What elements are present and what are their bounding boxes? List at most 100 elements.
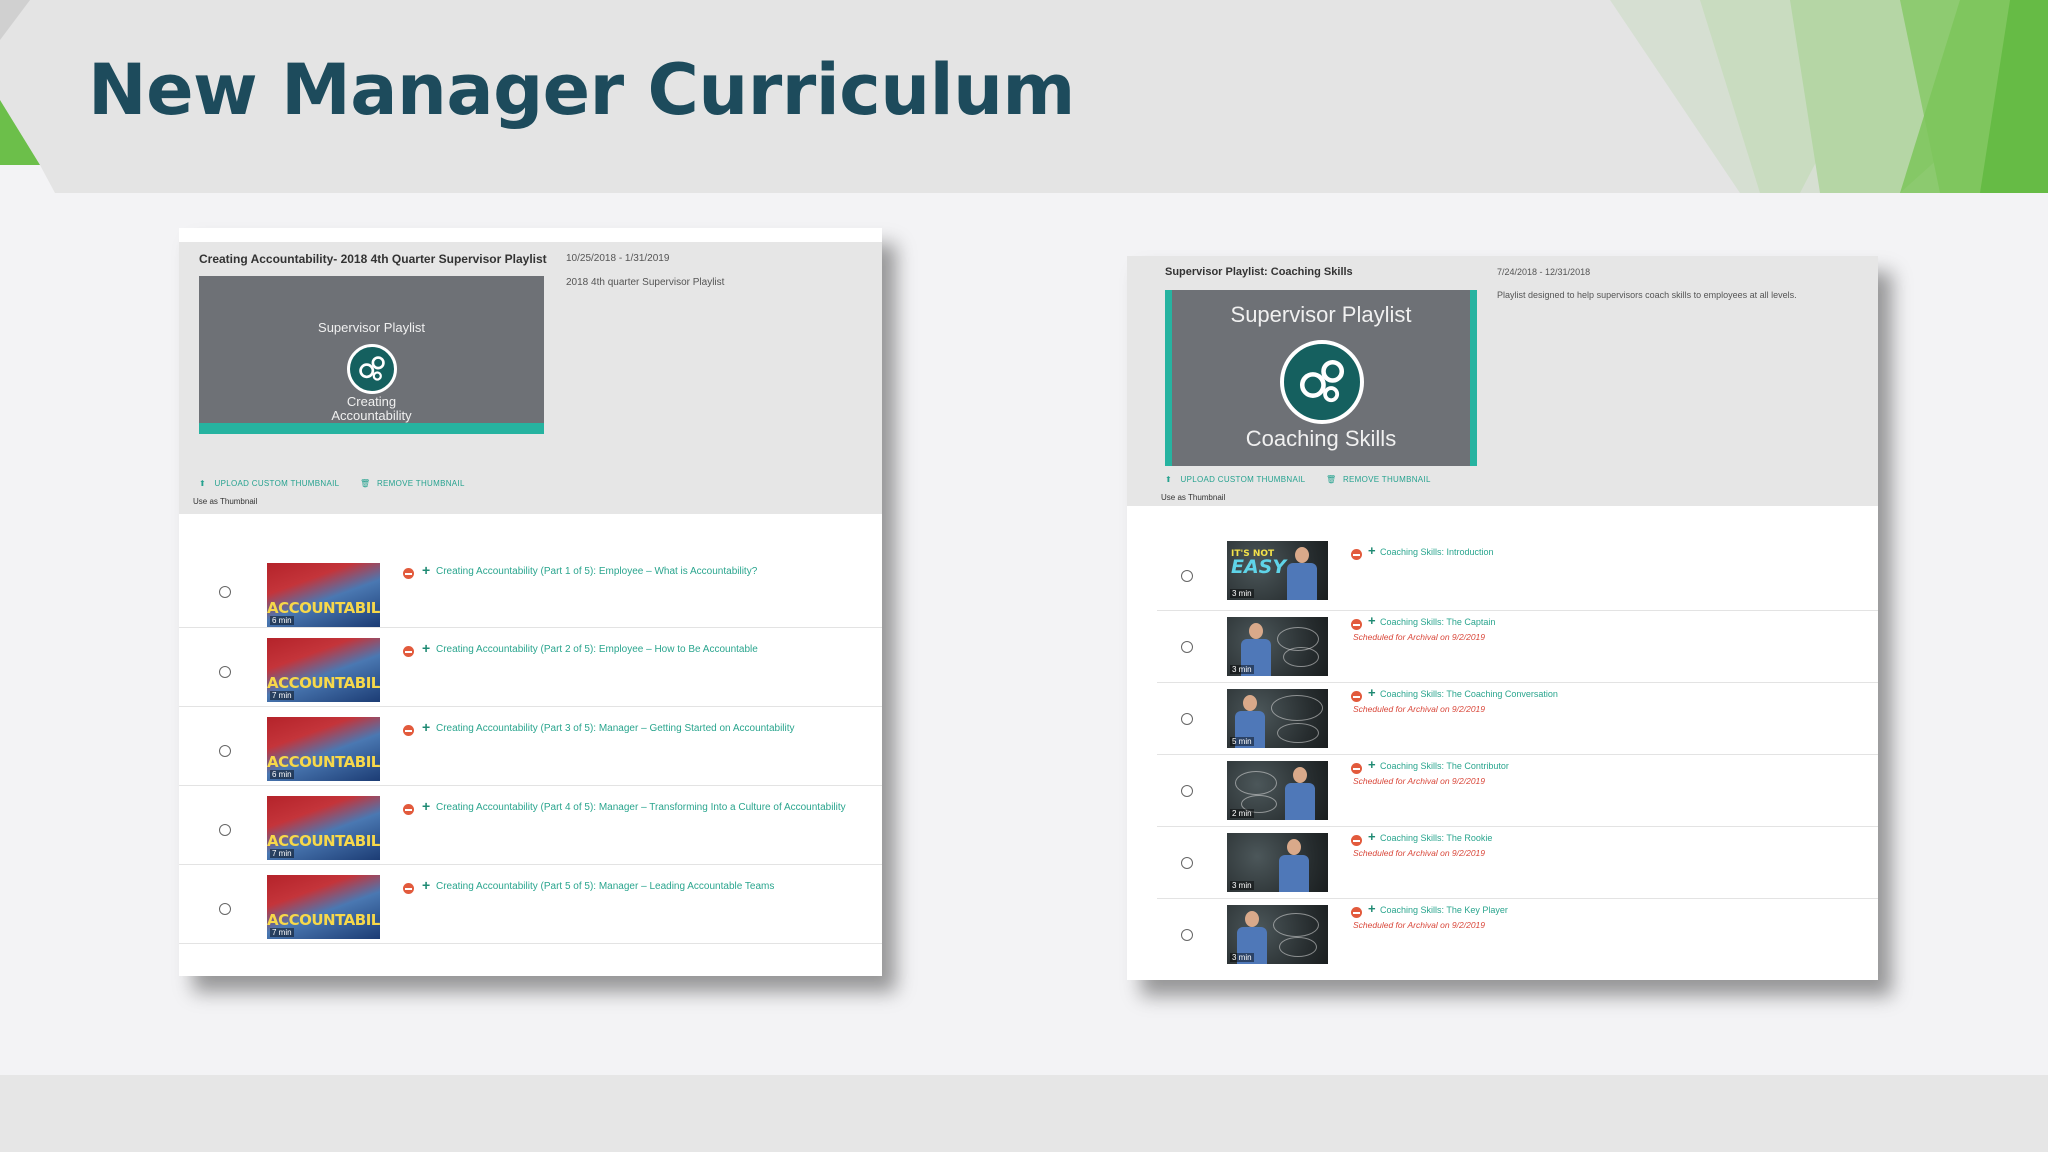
- remove-video-icon[interactable]: [403, 725, 414, 736]
- video-title-link[interactable]: Coaching Skills: The Contributor: [1380, 761, 1509, 771]
- remove-video-icon[interactable]: [403, 568, 414, 579]
- chalk-drawing: [1271, 695, 1323, 721]
- video-thumbnail[interactable]: ACCOUNTABILITY 6 min: [267, 717, 380, 781]
- thumbnail-line3: Accountability: [331, 408, 412, 423]
- video-thumbnail[interactable]: 3 min: [1227, 905, 1328, 964]
- video-thumbnail[interactable]: 3 min: [1227, 617, 1328, 676]
- remove-video-icon[interactable]: [1351, 691, 1362, 702]
- left-playlist-panel: Creating Accountability- 2018 4th Quarte…: [179, 228, 882, 976]
- video-duration: 3 min: [1230, 589, 1254, 598]
- upload-icon: ⬆: [199, 479, 207, 488]
- video-radio[interactable]: [1181, 570, 1193, 582]
- remove-video-icon[interactable]: [403, 883, 414, 894]
- video-thumbnail[interactable]: ACCOUNTABILITY 7 min: [267, 796, 380, 860]
- add-icon[interactable]: +: [1368, 829, 1376, 844]
- thumbnail-actions: ⬆ UPLOAD CUSTOM THUMBNAIL 🗑 REMOVE THUMB…: [199, 479, 465, 488]
- video-radio[interactable]: [219, 903, 231, 915]
- add-icon[interactable]: +: [1368, 901, 1376, 916]
- video-thumbnail[interactable]: 3 min: [1227, 833, 1328, 892]
- video-radio[interactable]: [1181, 641, 1193, 653]
- remove-video-icon[interactable]: [1351, 549, 1362, 560]
- gears-icon: [1280, 340, 1364, 424]
- add-icon[interactable]: +: [1368, 613, 1376, 628]
- add-icon[interactable]: +: [422, 877, 430, 893]
- video-duration: 6 min: [270, 616, 294, 625]
- video-row: ACCOUNTABILITY 7 min + Creating Accounta…: [179, 628, 882, 707]
- video-radio[interactable]: [219, 666, 231, 678]
- video-title-link[interactable]: Creating Accountability (Part 2 of 5): E…: [436, 644, 758, 655]
- remove-thumbnail-link[interactable]: REMOVE THUMBNAIL: [377, 479, 465, 488]
- video-row: 3 min + Coaching Skills: The Rookie Sche…: [1157, 827, 1878, 899]
- add-icon[interactable]: +: [422, 798, 430, 814]
- video-radio[interactable]: [219, 745, 231, 757]
- remove-video-icon[interactable]: [1351, 907, 1362, 918]
- video-radio[interactable]: [1181, 929, 1193, 941]
- thumbnail-line2: Creating: [346, 394, 397, 409]
- video-radio[interactable]: [1181, 713, 1193, 725]
- video-duration: 7 min: [270, 928, 294, 937]
- video-title-link[interactable]: Coaching Skills: The Coaching Conversati…: [1380, 689, 1558, 699]
- chalk-drawing: [1277, 723, 1319, 743]
- playlist-description: Playlist designed to help supervisors co…: [1497, 290, 1797, 300]
- video-radio[interactable]: [219, 586, 231, 598]
- video-thumbnail[interactable]: 2 min: [1227, 761, 1328, 820]
- thumbnail-line1: Supervisor Playlist: [318, 320, 425, 335]
- chalk-drawing: [1283, 647, 1319, 667]
- video-duration: 5 min: [1230, 737, 1254, 746]
- video-title-link[interactable]: Creating Accountability (Part 4 of 5): M…: [436, 802, 846, 813]
- video-thumbnail[interactable]: ACCOUNTABILITY 6 min: [267, 563, 380, 627]
- remove-video-icon[interactable]: [403, 804, 414, 815]
- video-radio[interactable]: [1181, 785, 1193, 797]
- thumbnail-word: ACCOUNTABILITY: [267, 911, 380, 929]
- playlist-title[interactable]: Supervisor Playlist: Coaching Skills: [1165, 266, 1353, 278]
- playlist-thumbnail[interactable]: Supervisor Playlist Creating Accountabil…: [199, 276, 544, 434]
- presenter-figure: [1287, 547, 1317, 600]
- video-duration: 3 min: [1230, 953, 1254, 962]
- thumbnail-word: ACCOUNTABILITY: [267, 832, 380, 850]
- video-thumbnail[interactable]: ACCOUNTABILITY 7 min: [267, 875, 380, 939]
- upload-thumbnail-link[interactable]: UPLOAD CUSTOM THUMBNAIL: [215, 479, 340, 488]
- video-title-link[interactable]: Creating Accountability (Part 3 of 5): M…: [436, 723, 795, 734]
- add-icon[interactable]: +: [422, 719, 430, 735]
- gears-icon: [347, 344, 397, 394]
- add-icon[interactable]: +: [422, 640, 430, 656]
- video-duration: 2 min: [1230, 809, 1254, 818]
- chalk-drawing: [1279, 937, 1317, 957]
- playlist-title[interactable]: Creating Accountability- 2018 4th Quarte…: [199, 252, 547, 266]
- video-radio[interactable]: [1181, 857, 1193, 869]
- video-radio[interactable]: [219, 824, 231, 836]
- add-icon[interactable]: +: [422, 562, 430, 578]
- slide-title: New Manager Curriculum: [88, 49, 1075, 131]
- video-title-link[interactable]: Coaching Skills: The Key Player: [1380, 905, 1508, 915]
- use-as-thumbnail-label: Use as Thumbnail: [193, 497, 258, 506]
- video-title-link[interactable]: Coaching Skills: The Rookie: [1380, 833, 1492, 843]
- video-thumbnail[interactable]: IT'S NOT EASY 3 min: [1227, 541, 1328, 600]
- video-title-link[interactable]: Coaching Skills: Introduction: [1380, 547, 1494, 557]
- playlist-thumbnail[interactable]: Supervisor Playlist Coaching Skills: [1165, 290, 1477, 466]
- thumbnail-line1: Supervisor Playlist: [1230, 302, 1412, 327]
- video-title-link[interactable]: Creating Accountability (Part 1 of 5): E…: [436, 566, 757, 577]
- video-title-link[interactable]: Coaching Skills: The Captain: [1380, 617, 1495, 627]
- video-thumbnail[interactable]: ACCOUNTABILITY 7 min: [267, 638, 380, 702]
- add-icon[interactable]: +: [1368, 543, 1376, 558]
- presenter-figure: [1285, 767, 1315, 820]
- video-row: 5 min + Coaching Skills: The Coaching Co…: [1157, 683, 1878, 755]
- video-title-link[interactable]: Creating Accountability (Part 5 of 5): M…: [436, 881, 774, 892]
- thumbnail-word: ACCOUNTABILITY: [267, 599, 380, 617]
- video-row: ACCOUNTABILITY 6 min + Creating Accounta…: [179, 707, 882, 786]
- remove-video-icon[interactable]: [1351, 619, 1362, 630]
- use-as-thumbnail-label: Use as Thumbnail: [1161, 493, 1226, 502]
- remove-video-icon[interactable]: [1351, 763, 1362, 774]
- video-thumbnail[interactable]: 5 min: [1227, 689, 1328, 748]
- remove-thumbnail-link[interactable]: REMOVE THUMBNAIL: [1343, 475, 1431, 484]
- playlist-description: 2018 4th quarter Supervisor Playlist: [566, 277, 725, 288]
- add-icon[interactable]: +: [1368, 757, 1376, 772]
- video-duration: 3 min: [1230, 665, 1254, 674]
- upload-thumbnail-link[interactable]: UPLOAD CUSTOM THUMBNAIL: [1181, 475, 1306, 484]
- remove-video-icon[interactable]: [1351, 835, 1362, 846]
- slide-header: New Manager Curriculum: [0, 0, 2048, 193]
- footer-band: [0, 1075, 2048, 1152]
- archival-notice: Scheduled for Archival on 9/2/2019: [1353, 776, 1485, 786]
- remove-video-icon[interactable]: [403, 646, 414, 657]
- add-icon[interactable]: +: [1368, 685, 1376, 700]
